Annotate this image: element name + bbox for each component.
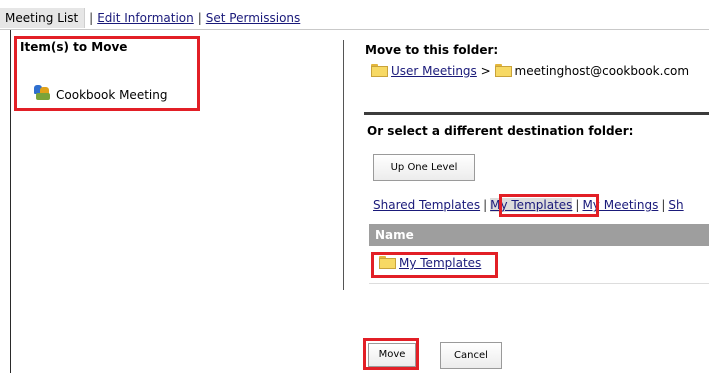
tab-separator: | [661,198,666,212]
folder-icon [379,256,396,269]
tab-my-meetings[interactable]: My Meetings [582,198,658,212]
breadcrumb-separator: > [480,64,491,78]
list-item-cookbook-meeting[interactable]: Cookbook Meeting [34,85,167,102]
left-border [10,30,11,373]
destination-folder-heading: Or select a different destination folder… [367,124,634,138]
tab-my-templates[interactable]: My Templates [490,198,573,212]
destination-tabs: Shared Templates | My Templates | My Meeting… [373,198,684,212]
breadcrumb-user-meetings[interactable]: User Meetings [391,64,477,78]
move-to-folder-heading: Move to this folder: [365,43,499,57]
meeting-icon [34,85,54,102]
breadcrumb-current-folder: meetinghost@cookbook.com [514,64,690,78]
breadcrumb: User Meetings > meetinghost@cookbook.com [371,64,689,78]
move-button[interactable]: Move [368,343,416,367]
nav-separator: | [89,11,94,25]
move-item-page: Meeting List | Edit Information | Set Permis… [0,0,709,373]
folder-link-my-templates[interactable]: My Templates [399,256,481,270]
column-divider [343,40,344,290]
tab-set-permissions[interactable]: Set Permissions [206,11,301,25]
tab-separator: | [575,198,580,212]
item-label: Cookbook Meeting [56,88,168,102]
items-to-move-heading: Item(s) to Move [20,40,128,54]
tab-meeting-list[interactable]: Meeting List [0,8,86,28]
folder-icon [494,64,512,77]
row-divider [369,283,709,284]
tab-shared-templates[interactable]: Shared Templates [373,198,480,212]
up-one-level-button[interactable]: Up One Level [373,154,475,181]
tab-edit-information[interactable]: Edit Information [97,11,194,25]
table-row[interactable]: My Templates [379,256,481,270]
nav-separator: | [197,11,202,25]
tab-shared-truncated[interactable]: Sh [668,198,683,212]
section-divider [364,112,709,115]
folder-icon [371,64,388,77]
top-nav: Meeting List | Edit Information | Set Permis… [0,8,709,28]
table-header-name[interactable]: Name [369,224,709,246]
nav-underline [0,29,709,30]
cancel-button[interactable]: Cancel [440,342,502,369]
tab-separator: | [483,198,488,212]
